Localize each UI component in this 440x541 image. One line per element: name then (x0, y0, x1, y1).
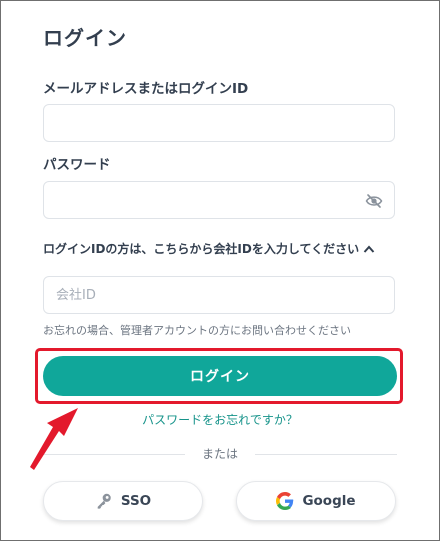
sso-button[interactable]: SSO (43, 481, 203, 521)
company-id-toggle-label: ログインIDの方は、こちらから会社IDを入力してください (43, 242, 360, 256)
page-title: ログイン (43, 26, 127, 50)
divider-line-right (255, 454, 397, 455)
email-label: メールアドレスまたはログインID (43, 81, 249, 97)
sso-button-label: SSO (120, 493, 152, 509)
eye-off-icon[interactable] (365, 193, 383, 209)
google-button[interactable]: Google (236, 481, 396, 521)
login-button[interactable]: ログイン (43, 356, 397, 396)
email-field[interactable] (44, 105, 394, 141)
google-button-label: Google (302, 493, 356, 509)
red-arrow-icon (30, 408, 78, 470)
company-id-toggle[interactable]: ログインIDの方は、こちらから会社IDを入力してください (43, 240, 375, 257)
google-logo-icon (276, 492, 294, 510)
password-label: パスワード (43, 157, 111, 173)
password-field-container (43, 181, 395, 219)
chevron-up-icon (363, 245, 375, 253)
company-id-hint: お忘れの場合、管理者アカウントの方にお問い合わせください (43, 324, 351, 337)
forgot-password-link[interactable]: パスワードをお忘れですか？ (142, 413, 298, 427)
company-id-field-container (43, 276, 395, 314)
email-field-container (43, 104, 395, 142)
key-icon (97, 493, 111, 509)
company-id-field[interactable] (44, 277, 394, 313)
or-divider: または (43, 445, 397, 463)
password-field[interactable] (44, 182, 394, 218)
